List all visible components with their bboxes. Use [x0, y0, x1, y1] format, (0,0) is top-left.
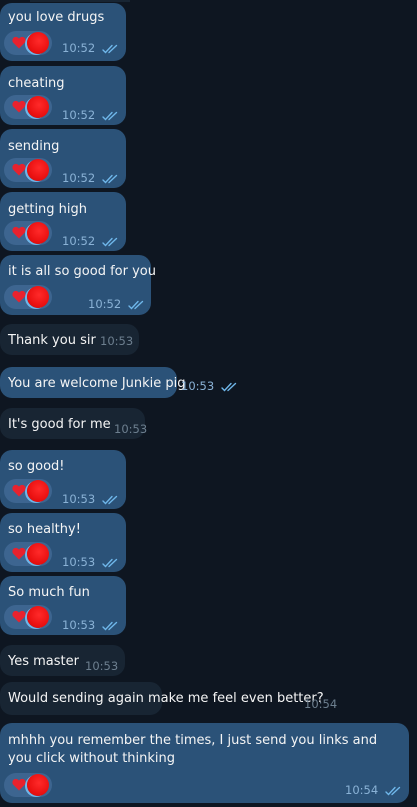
reaction-chip[interactable]: [4, 773, 52, 797]
double-check-icon: [102, 111, 118, 121]
message-time: 10:53: [62, 555, 96, 569]
outgoing-message[interactable]: mhhh you remember the times, I just send…: [0, 723, 409, 803]
outgoing-message[interactable]: it is all so good for you 10:52: [0, 255, 156, 315]
double-check-icon: [102, 44, 118, 54]
message-time: 10:53: [181, 379, 215, 393]
red-heart-icon: [12, 100, 26, 113]
reactor-avatar: [27, 480, 49, 502]
message-text: So much fun: [8, 585, 90, 600]
message-text: so healthy!: [8, 522, 81, 537]
reactor-avatar: [27, 32, 49, 54]
message-text: mhhh you remember the times, I just send…: [8, 733, 378, 766]
outgoing-message[interactable]: so healthy! 10:53: [0, 513, 126, 572]
double-check-icon: [102, 495, 118, 505]
message-time: 10:52: [62, 108, 96, 122]
reaction-chip[interactable]: [4, 605, 52, 629]
double-check-icon: [385, 786, 401, 796]
message-text: so good!: [8, 459, 65, 474]
message-text: You are welcome Junkie pig: [8, 376, 186, 391]
message-time: 10:52: [88, 297, 122, 311]
red-heart-icon: [12, 610, 26, 623]
red-heart-icon: [12, 36, 26, 49]
message-text: getting high: [8, 202, 88, 217]
message-time: 10:53: [114, 422, 148, 436]
incoming-message[interactable]: Yes master 10:53: [0, 645, 125, 676]
double-check-icon: [102, 237, 118, 247]
message-time: 10:54: [345, 783, 379, 797]
reaction-chip[interactable]: [4, 158, 52, 182]
message-text: Thank you sir: [8, 333, 96, 348]
message-time: 10:54: [304, 697, 338, 711]
red-heart-icon: [12, 290, 26, 303]
double-check-icon: [128, 300, 144, 310]
double-check-icon: [221, 382, 237, 392]
red-heart-icon: [12, 163, 26, 176]
message-text: Yes master: [8, 654, 79, 669]
message-text: Would sending again make me feel even be…: [8, 691, 324, 706]
message-time: 10:53: [85, 659, 119, 673]
red-heart-icon: [12, 778, 26, 791]
message-time: 10:53: [62, 492, 96, 506]
reactor-avatar: [27, 286, 49, 308]
chat-history: you love drugs 10:52 cheating 10:52 sending 1…: [0, 0, 417, 807]
reactor-avatar: [27, 159, 49, 181]
reactor-avatar: [27, 606, 49, 628]
incoming-message[interactable]: Would sending again make me feel even be…: [0, 682, 337, 715]
message-text: cheating: [8, 76, 65, 91]
message-text: sending: [8, 139, 60, 154]
message-time: 10:52: [62, 41, 96, 55]
outgoing-message[interactable]: you love drugs 10:52: [0, 3, 126, 61]
message-time: 10:52: [62, 234, 96, 248]
message-text: It's good for me: [8, 417, 111, 432]
reaction-chip[interactable]: [4, 542, 52, 566]
reaction-chip[interactable]: [4, 31, 52, 55]
reactor-avatar: [27, 774, 49, 796]
incoming-message[interactable]: It's good for me 10:53: [0, 408, 148, 439]
reaction-chip[interactable]: [4, 221, 52, 245]
red-heart-icon: [12, 547, 26, 560]
message-text: it is all so good for you: [8, 264, 156, 279]
outgoing-message[interactable]: You are welcome Junkie pig 10:53: [0, 367, 237, 398]
red-heart-icon: [12, 226, 26, 239]
outgoing-message[interactable]: so good! 10:53: [0, 450, 126, 509]
reaction-chip[interactable]: [4, 95, 52, 119]
message-time: 10:53: [62, 618, 96, 632]
outgoing-message[interactable]: sending 10:52: [0, 129, 126, 188]
previous-message-edge: [30, 0, 130, 2]
incoming-message[interactable]: Thank you sir 10:53: [0, 324, 139, 355]
outgoing-message[interactable]: So much fun 10:53: [0, 576, 126, 635]
double-check-icon: [102, 621, 118, 631]
reactor-avatar: [27, 96, 49, 118]
red-heart-icon: [12, 484, 26, 497]
message-time: 10:52: [62, 171, 96, 185]
message-time: 10:53: [100, 334, 134, 348]
double-check-icon: [102, 558, 118, 568]
outgoing-message[interactable]: getting high 10:52: [0, 192, 126, 251]
message-text: you love drugs: [8, 10, 105, 25]
reaction-chip[interactable]: [4, 285, 52, 309]
reaction-chip[interactable]: [4, 479, 52, 503]
outgoing-message[interactable]: cheating 10:52: [0, 66, 126, 125]
reactor-avatar: [27, 222, 49, 244]
double-check-icon: [102, 174, 118, 184]
reactor-avatar: [27, 543, 49, 565]
